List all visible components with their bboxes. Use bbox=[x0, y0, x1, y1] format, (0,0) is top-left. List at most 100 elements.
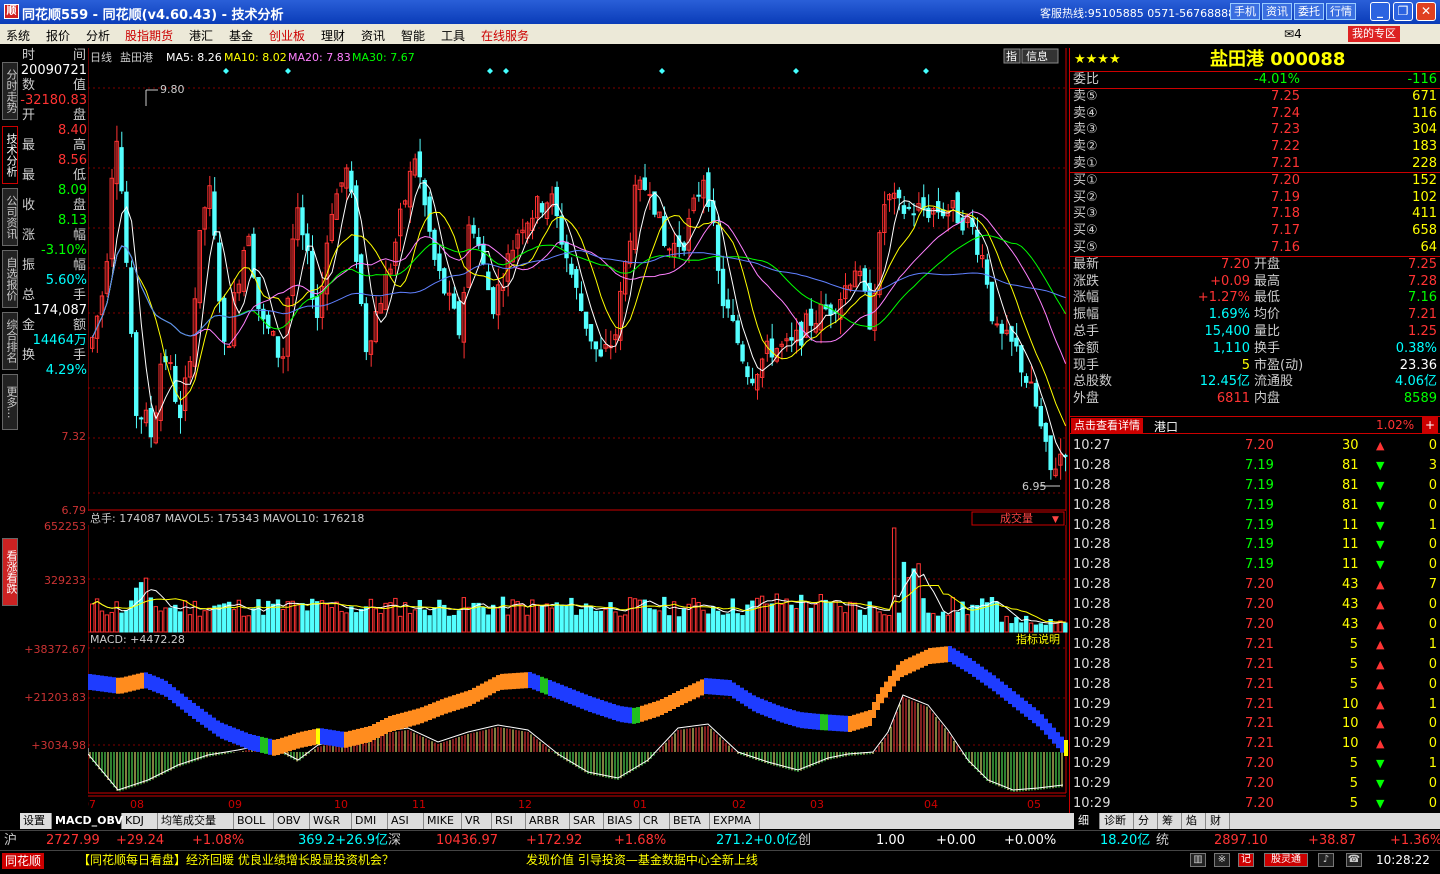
menu-info[interactable]: 资讯 bbox=[361, 27, 385, 44]
ask-row[interactable]: 卖④ 7.24 116 bbox=[1070, 106, 1440, 123]
right-tab[interactable]: 筹 bbox=[1158, 813, 1182, 829]
candle-body bbox=[1023, 376, 1029, 383]
indicator-tab[interactable]: CR bbox=[640, 813, 670, 829]
tick-price: 7.19 bbox=[1245, 477, 1274, 493]
ask-row[interactable]: 卖⑤ 7.25 671 bbox=[1070, 89, 1440, 106]
menu-tools[interactable]: 工具 bbox=[441, 27, 465, 44]
indicator-tab[interactable]: RSI bbox=[492, 813, 526, 829]
layout-icon[interactable]: ▥ bbox=[1190, 853, 1206, 867]
chart-canvas[interactable]: 日线 盐田港 MA5: 8.26 MA10: 8.02 MA20: 7.83 MA30: … bbox=[88, 48, 1068, 818]
menu-online[interactable]: 在线服务 bbox=[481, 27, 529, 44]
my-zone-button[interactable]: 我的专区 bbox=[1348, 26, 1400, 42]
menu-index-futures[interactable]: 股指期货 bbox=[125, 27, 173, 44]
restore-icon[interactable]: ❐ bbox=[1393, 2, 1413, 21]
tab-intraday[interactable]: 分时走势 bbox=[2, 62, 18, 120]
arrow-down-icon: ▼ bbox=[1376, 558, 1385, 572]
indicator-tab[interactable]: SAR bbox=[570, 813, 604, 829]
indicator-tab[interactable]: W&R bbox=[310, 813, 352, 829]
macd-ribbon-segment bbox=[364, 726, 368, 743]
menu-hk[interactable]: 港汇 bbox=[189, 27, 213, 44]
volume-bar bbox=[613, 611, 618, 633]
quote-value: 5 bbox=[1241, 357, 1250, 373]
close-icon[interactable]: ✕ bbox=[1416, 2, 1436, 21]
x-axis-label: 09 bbox=[228, 798, 242, 811]
mail-icon[interactable]: ✉4 bbox=[1284, 27, 1302, 41]
macd-ribbon-segment bbox=[540, 676, 544, 693]
tab-more[interactable]: 更多... bbox=[2, 374, 18, 430]
bid-row[interactable]: 买④ 7.17 658 bbox=[1070, 223, 1440, 240]
tick-count: 0 bbox=[1428, 676, 1437, 692]
menu-gem[interactable]: 创业板 bbox=[269, 27, 305, 44]
candle-body bbox=[579, 293, 584, 311]
sound-icon[interactable]: ♪ bbox=[1318, 853, 1334, 867]
indicator-tab[interactable]: BETA bbox=[670, 813, 710, 829]
bid-row[interactable]: 买① 7.20 152 bbox=[1070, 173, 1440, 190]
menu-fund[interactable]: 基金 bbox=[229, 27, 253, 44]
ask-row[interactable]: 卖② 7.22 183 bbox=[1070, 139, 1440, 156]
mobile-button[interactable]: 手机 bbox=[1230, 3, 1260, 20]
volume-bar bbox=[583, 603, 589, 633]
indicator-tab[interactable]: 设置 bbox=[20, 813, 52, 829]
indicator-tab[interactable]: KDJ bbox=[122, 813, 158, 829]
gulingtong-icon[interactable]: 股灵通 bbox=[1264, 853, 1308, 867]
indicator-tab[interactable]: ASI bbox=[388, 813, 424, 829]
news-button[interactable]: 资讯 bbox=[1262, 3, 1292, 20]
minimize-icon[interactable]: _ bbox=[1370, 2, 1390, 21]
star-icon[interactable]: ※ bbox=[1214, 853, 1230, 867]
macd-ribbon-segment bbox=[96, 675, 100, 692]
right-tab[interactable]: 焰 bbox=[1182, 813, 1206, 829]
quote-value: 4.06亿 bbox=[1395, 374, 1437, 390]
tab-watchlist[interactable]: 自选报价 bbox=[2, 250, 18, 308]
phone-icon[interactable]: ☎ bbox=[1346, 853, 1362, 867]
tab-ranking[interactable]: 综合排名 bbox=[2, 312, 18, 370]
info-label: 换手 bbox=[20, 348, 88, 363]
menu-finance[interactable]: 理财 bbox=[321, 27, 345, 44]
volume-bar bbox=[750, 600, 755, 633]
indicator-tab[interactable]: EXPMA bbox=[710, 813, 760, 829]
indicator-tab[interactable]: OBV bbox=[274, 813, 310, 829]
menu-smart[interactable]: 智能 bbox=[401, 27, 425, 44]
news-link-1[interactable]: 【同花顺每日看盘】经济回暖 优良业绩增长股显投资机会？ bbox=[78, 852, 394, 868]
quote-button[interactable]: 行情 bbox=[1326, 3, 1356, 20]
news-link-2[interactable]: 发现价值 引导投资—基金数据中心全新上线 bbox=[526, 852, 758, 868]
menu-system[interactable]: 系统 bbox=[6, 27, 30, 44]
indicator-tab[interactable]: VR bbox=[462, 813, 492, 829]
indicator-tab[interactable]: DMI bbox=[352, 813, 388, 829]
menu-quotes[interactable]: 报价 bbox=[46, 27, 70, 44]
right-tab[interactable]: 诊断 bbox=[1100, 813, 1134, 829]
quote-value: 7.28 bbox=[1408, 273, 1437, 289]
menu-analysis[interactable]: 分析 bbox=[86, 27, 110, 44]
right-tab[interactable]: 分 bbox=[1134, 813, 1158, 829]
right-tab[interactable]: 财 bbox=[1206, 813, 1230, 829]
volume-bar bbox=[544, 603, 550, 633]
note-icon[interactable]: 记 bbox=[1238, 853, 1254, 867]
trade-button[interactable]: 委托 bbox=[1294, 3, 1324, 20]
ask-row[interactable]: 卖③ 7.23 304 bbox=[1070, 122, 1440, 139]
tick-count: 0 bbox=[1428, 477, 1437, 493]
tick-price: 7.20 bbox=[1245, 438, 1274, 453]
bid-row[interactable]: 买② 7.19 102 bbox=[1070, 190, 1440, 207]
macd-ribbon-segment bbox=[232, 727, 236, 744]
arrow-down-icon: ▼ bbox=[1376, 498, 1385, 512]
zs-change: +38.87 bbox=[1308, 833, 1357, 848]
macd-ribbon-segment bbox=[156, 677, 160, 694]
bid-row[interactable]: 买③ 7.18 411 bbox=[1070, 206, 1440, 223]
indicator-tab[interactable]: 均笔成交量 bbox=[158, 813, 234, 829]
macd-ribbon-segment bbox=[832, 714, 836, 731]
right-tab[interactable]: 细 bbox=[1074, 813, 1100, 829]
bid-row[interactable]: 买⑤ 7.16 64 bbox=[1070, 240, 1440, 257]
tab-bull-bear[interactable]: 看涨看跌 bbox=[2, 538, 18, 606]
indicator-tab[interactable]: MACD_OBV bbox=[52, 813, 123, 829]
tab-technical[interactable]: 技术分析 bbox=[2, 126, 18, 184]
sector-name[interactable]: 港口 bbox=[1154, 418, 1178, 435]
indicator-tab[interactable]: MIKE bbox=[424, 813, 462, 829]
indicator-tab[interactable]: ARBR bbox=[526, 813, 570, 829]
indicator-tab[interactable]: BIAS bbox=[604, 813, 640, 829]
indicator-tab[interactable]: BOLL bbox=[234, 813, 274, 829]
volume-bar bbox=[813, 603, 819, 633]
view-detail-button[interactable]: 点击查看详情 bbox=[1071, 418, 1143, 433]
plus-button[interactable]: + bbox=[1422, 417, 1438, 433]
ask-row[interactable]: 卖① 7.21 228 bbox=[1070, 156, 1440, 173]
tab-company[interactable]: 公司资讯 bbox=[2, 188, 18, 246]
kline-chart-area[interactable]: 日线 盐田港 MA5: 8.26 MA10: 8.02 MA20: 7.83 MA30: … bbox=[88, 48, 1068, 818]
